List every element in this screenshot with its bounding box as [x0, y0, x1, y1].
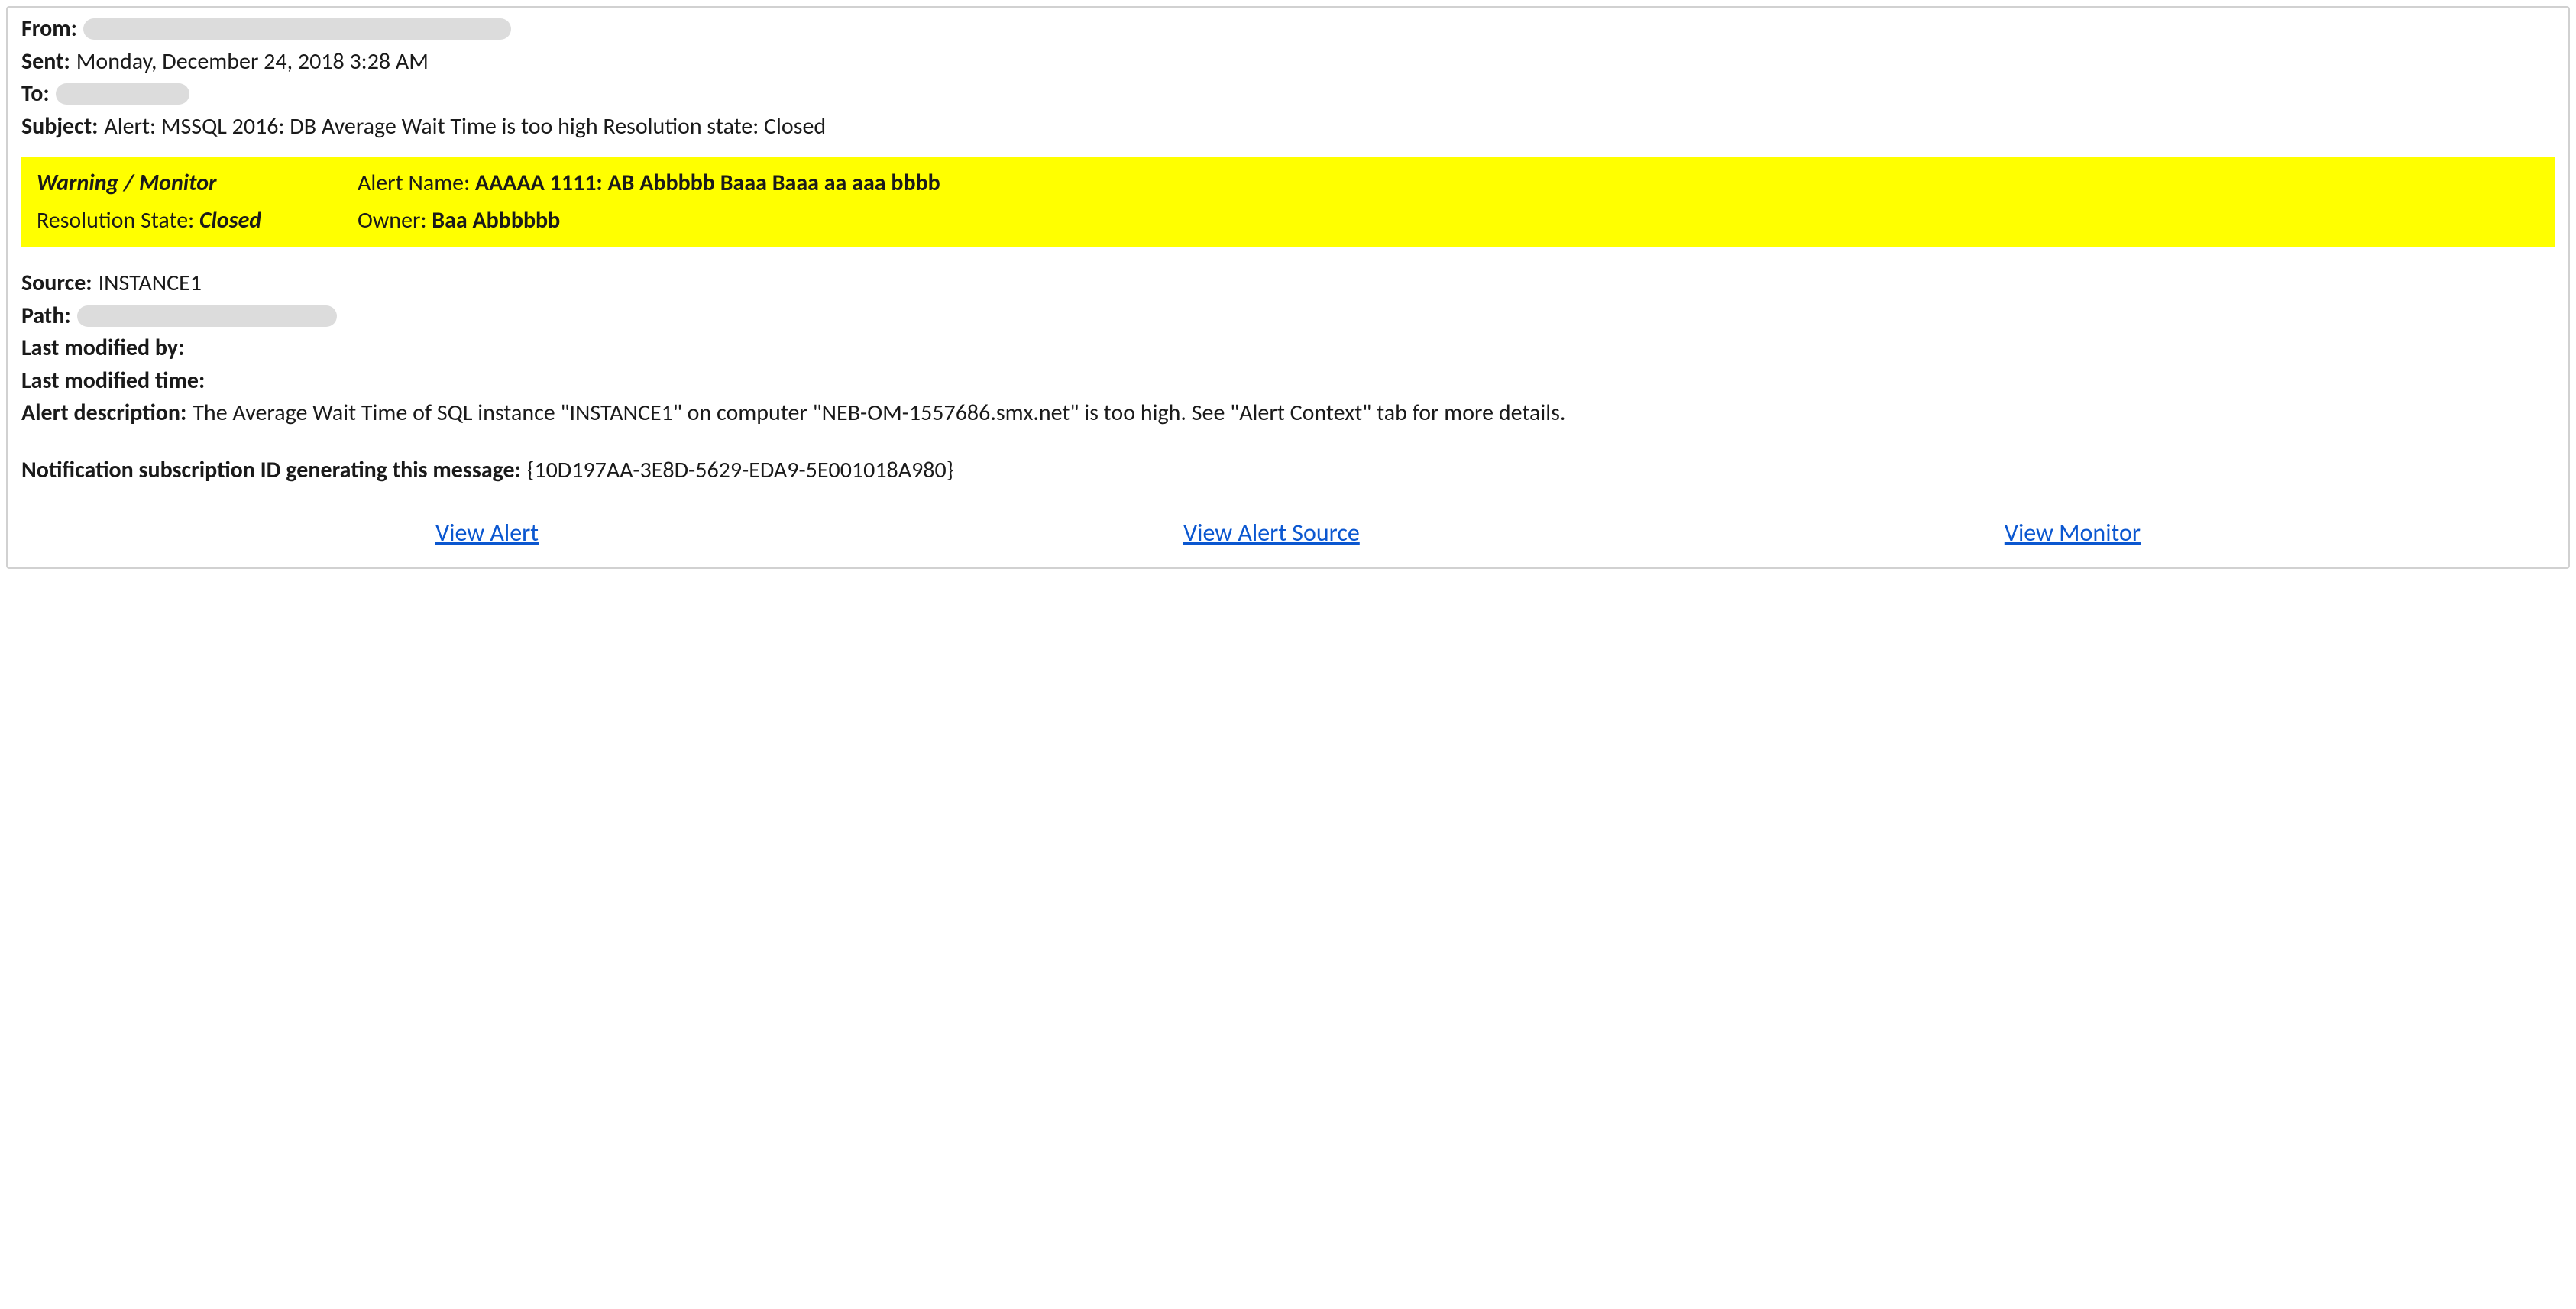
header-to: To:: [21, 79, 2555, 110]
header-subject: Subject: Alert: MSSQL 2016: DB Average W…: [21, 112, 2555, 143]
last-modified-by-label: Last modified by:: [21, 333, 184, 364]
subscription-id-line: Notification subscription ID generating …: [21, 455, 2555, 486]
resolution-state-label: Resolution State:: [37, 206, 199, 234]
warning-monitor-label: Warning / Monitor: [37, 169, 217, 197]
source-label: Source:: [21, 268, 92, 299]
action-links-row: View Alert View Alert Source View Monito…: [21, 516, 2555, 549]
view-alert-source-link[interactable]: View Alert Source: [1183, 516, 1360, 549]
alert-description-value: The Average Wait Time of SQL instance "I…: [193, 399, 1565, 427]
to-label: To:: [21, 79, 50, 110]
alert-description-line: Alert description: The Average Wait Time…: [21, 398, 2555, 429]
view-monitor-link[interactable]: View Monitor: [2005, 516, 2141, 549]
last-modified-time-line: Last modified time:: [21, 366, 2555, 397]
alert-description-label: Alert description:: [21, 398, 186, 429]
alert-banner: Warning / Monitor Alert Name: AAAAA 1111…: [21, 157, 2555, 247]
banner-owner-cell: Owner: Baa Abbbbbb: [358, 205, 2539, 237]
last-modified-by-line: Last modified by:: [21, 333, 2555, 364]
source-value: INSTANCE1: [99, 268, 202, 299]
to-redacted: [56, 83, 189, 105]
resolution-state-value: Closed: [199, 206, 261, 234]
banner-row-2: Resolution State: Closed Owner: Baa Abbb…: [21, 202, 2555, 240]
last-modified-time-label: Last modified time:: [21, 366, 205, 397]
banner-warning-cell: Warning / Monitor: [37, 168, 358, 199]
from-label: From:: [21, 14, 77, 45]
email-frame: From: Sent: Monday, December 24, 2018 3:…: [6, 6, 2570, 569]
view-alert-link[interactable]: View Alert: [435, 516, 539, 549]
subject-label: Subject:: [21, 112, 98, 143]
path-line: Path:: [21, 301, 2555, 332]
banner-row-1: Warning / Monitor Alert Name: AAAAA 1111…: [21, 165, 2555, 202]
sent-label: Sent:: [21, 47, 70, 78]
source-line: Source: INSTANCE1: [21, 268, 2555, 299]
spacer: [21, 431, 2555, 454]
subject-value: Alert: MSSQL 2016: DB Average Wait Time …: [104, 112, 826, 143]
owner-value: Baa Abbbbbb: [432, 206, 560, 234]
path-redacted: [77, 305, 337, 327]
owner-label: Owner:: [358, 206, 432, 234]
alert-name-value: AAAAA 1111: AB Abbbbb Baaa Baaa aa aaa b…: [475, 169, 940, 197]
from-redacted: [83, 18, 511, 40]
header-from: From:: [21, 14, 2555, 45]
header-sent: Sent: Monday, December 24, 2018 3:28 AM: [21, 47, 2555, 78]
subscription-id-label: Notification subscription ID generating …: [21, 455, 521, 486]
banner-resolution-cell: Resolution State: Closed: [37, 205, 358, 237]
path-label: Path:: [21, 301, 71, 332]
subscription-id-value: {10D197AA-3E8D-5629-EDA9-5E001018A980}: [527, 455, 953, 486]
banner-alert-name-cell: Alert Name: AAAAA 1111: AB Abbbbb Baaa B…: [358, 168, 2539, 199]
sent-value: Monday, December 24, 2018 3:28 AM: [76, 47, 429, 78]
alert-name-label: Alert Name:: [358, 169, 475, 197]
